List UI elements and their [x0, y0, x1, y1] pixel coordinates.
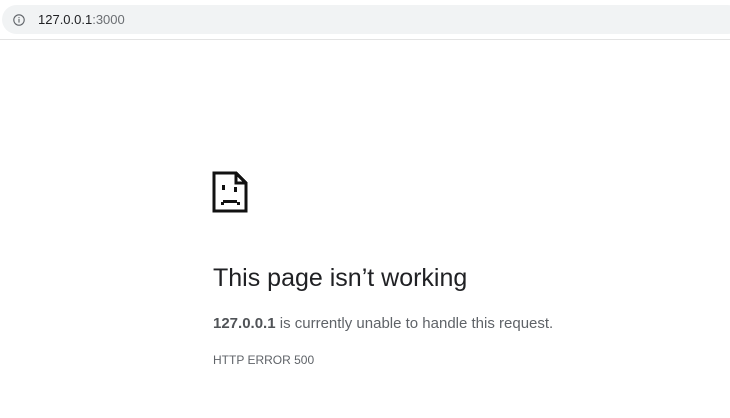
- info-icon[interactable]: [13, 13, 25, 26]
- omnibox[interactable]: 127.0.0.1:3000: [2, 5, 730, 34]
- error-message-text: is currently unable to handle this reque…: [275, 315, 554, 332]
- error-heading: This page isn’t working: [213, 264, 468, 292]
- error-message-host: 127.0.0.1: [213, 315, 276, 332]
- url-host: 127.0.0.1: [38, 12, 93, 27]
- browser-page: 127.0.0.1:3000 This page isn’t working 1…: [0, 0, 730, 418]
- error-message: 127.0.0.1 is currently unable to handle …: [213, 315, 553, 333]
- url-port: :3000: [92, 12, 125, 27]
- address-bar: 127.0.0.1:3000: [0, 0, 730, 40]
- sad-page-icon: [212, 171, 248, 213]
- url-text[interactable]: 127.0.0.1:3000: [38, 12, 125, 27]
- error-code: HTTP ERROR 500: [213, 353, 315, 367]
